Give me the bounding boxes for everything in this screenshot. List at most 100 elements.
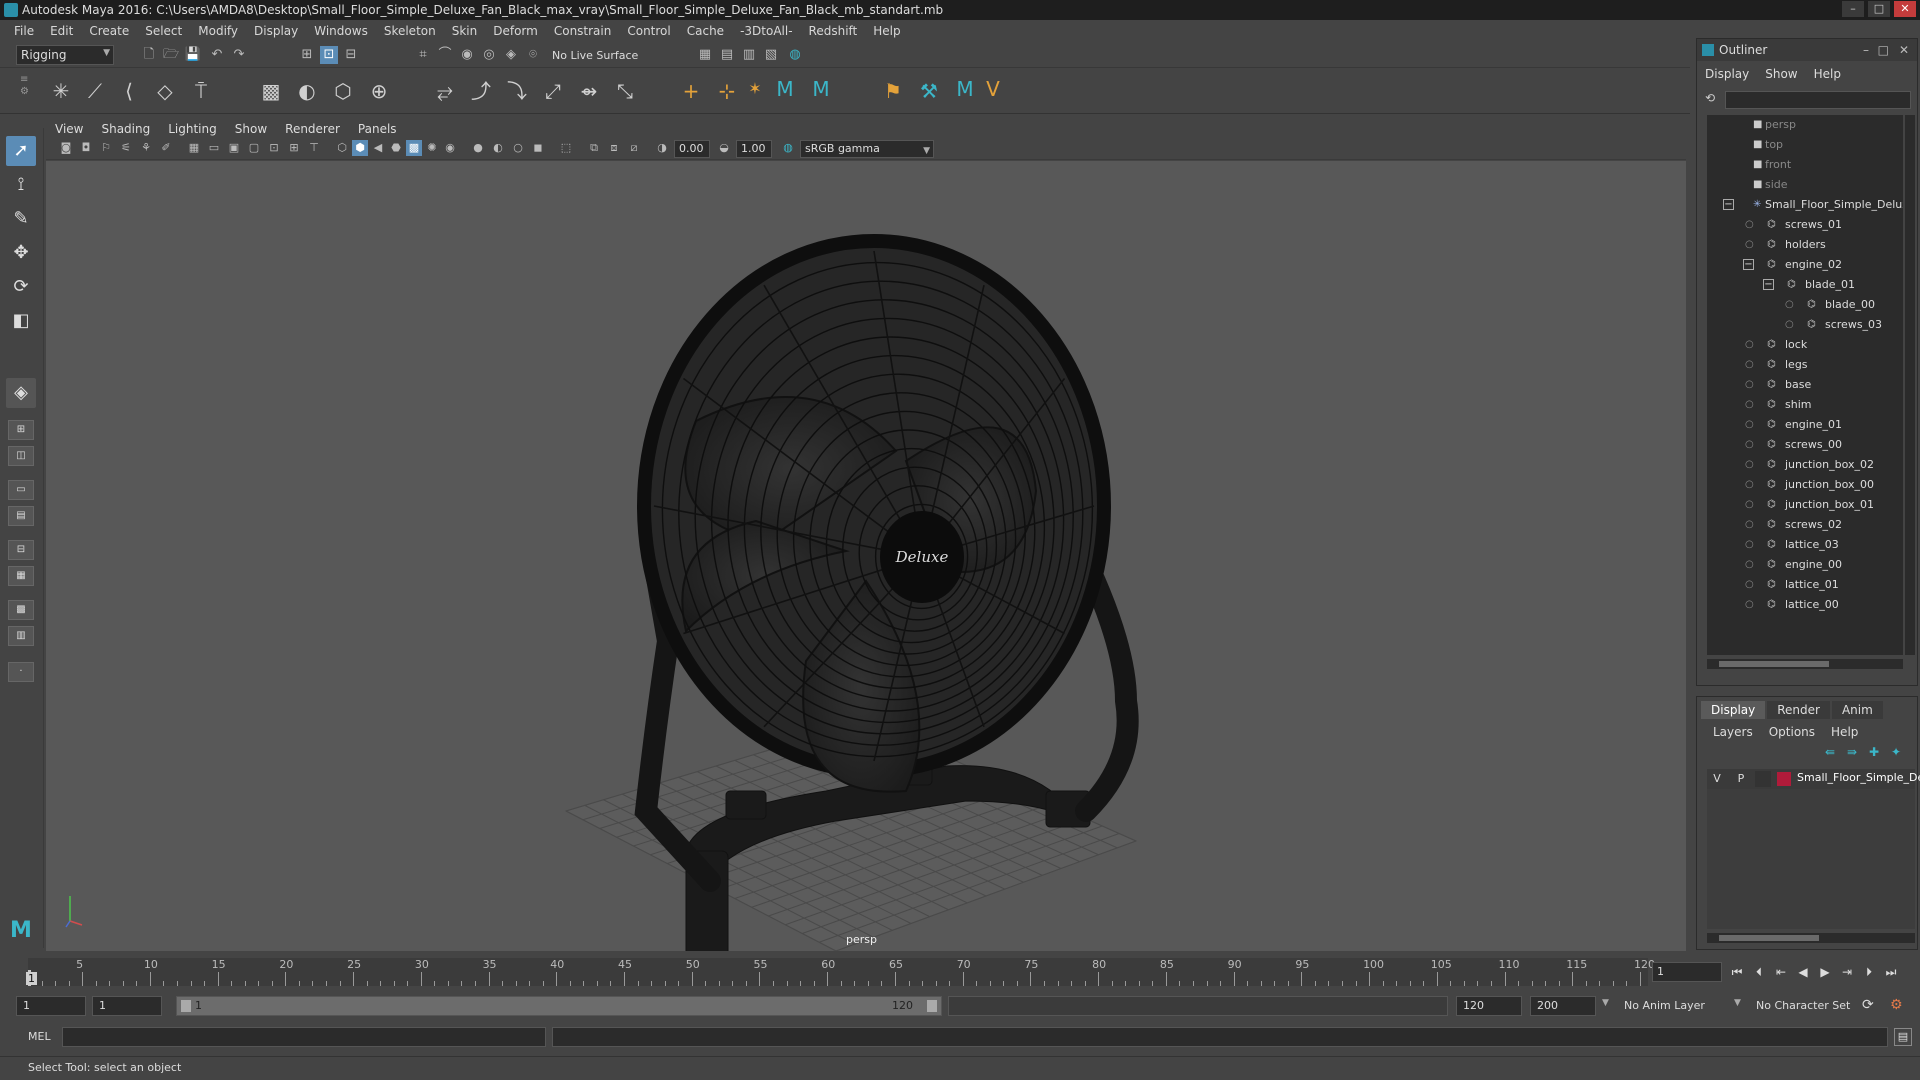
isolate-select-icon[interactable]: ⬚ bbox=[558, 140, 574, 156]
ipr-render-icon[interactable]: ▧ bbox=[762, 46, 780, 64]
bookmark-icon[interactable]: ⚐ bbox=[98, 140, 114, 156]
set-driven-key-icon[interactable]: ⊹ bbox=[712, 76, 742, 106]
outliner-minimize-button[interactable]: – bbox=[1863, 39, 1869, 61]
snap-view-icon[interactable]: ◎ bbox=[480, 46, 498, 64]
layout-three-icon[interactable]: ⊟ bbox=[8, 540, 34, 560]
hide-joints-icon[interactable]: ⚑ bbox=[878, 76, 908, 106]
snap-point-icon[interactable]: ◉ bbox=[458, 46, 476, 64]
outliner-item-base[interactable]: ○ ⌬ base bbox=[1707, 375, 1903, 395]
rotate-tool-icon[interactable]: ⟳ bbox=[6, 272, 36, 302]
range-end-handle[interactable] bbox=[927, 1000, 937, 1012]
menu-skeleton[interactable]: Skeleton bbox=[376, 24, 444, 38]
menu-help[interactable]: Help bbox=[865, 24, 908, 38]
panel-menu-shading[interactable]: Shading bbox=[92, 122, 159, 136]
layout-four-icon[interactable]: ⊞ bbox=[8, 420, 34, 440]
2d-pan-zoom-icon[interactable]: ⚘ bbox=[138, 140, 154, 156]
smooth-shade-icon[interactable]: ⬢ bbox=[352, 140, 368, 156]
layer-name[interactable]: Small_Floor_Simple_De bbox=[1797, 771, 1920, 784]
menu-windows[interactable]: Windows bbox=[306, 24, 376, 38]
menu-create[interactable]: Create bbox=[81, 24, 137, 38]
use-default-material-icon[interactable]: ◀ bbox=[370, 140, 386, 156]
view-transform-dropdown[interactable]: sRGB gamma ▼ bbox=[800, 140, 934, 158]
outliner-refresh-icon[interactable]: ⟲ bbox=[1705, 91, 1721, 107]
camera-select-icon[interactable]: ◙ bbox=[58, 140, 74, 156]
new-empty-layer-icon[interactable]: ✚ bbox=[1869, 745, 1879, 759]
move-tool-icon[interactable]: ✥ bbox=[6, 238, 36, 268]
shadows-icon[interactable]: ◉ bbox=[442, 140, 458, 156]
locator-icon[interactable]: + bbox=[676, 76, 706, 106]
outliner-item-small_floor_simple_delux[interactable]: − ✳ Small_Floor_Simple_Delux bbox=[1707, 195, 1903, 215]
film-gate-icon[interactable]: ▭ bbox=[206, 140, 222, 156]
step-back-key-icon[interactable]: ⇤ bbox=[1772, 962, 1790, 982]
outliner-item-lattice_03[interactable]: ○ ⌬ lattice_03 bbox=[1707, 535, 1903, 555]
outliner-item-holders[interactable]: ○ ⌬ holders bbox=[1707, 235, 1903, 255]
play-forwards-icon[interactable]: ▶ bbox=[1816, 962, 1834, 982]
menu-redshift[interactable]: Redshift bbox=[801, 24, 866, 38]
menu-display[interactable]: Display bbox=[246, 24, 306, 38]
outliner-item-top[interactable]: ■ top bbox=[1707, 135, 1903, 155]
camera-attr-icon[interactable]: ◘ bbox=[78, 140, 94, 156]
ik-spline-icon[interactable]: ⟨ bbox=[114, 76, 144, 106]
outliner-item-screws_01[interactable]: ○ ⌬ screws_01 bbox=[1707, 215, 1903, 235]
collapse-toggle-icon[interactable]: − bbox=[1723, 199, 1734, 210]
layer-menu-layers[interactable]: Layers bbox=[1705, 725, 1761, 739]
playback-start-field[interactable]: 1 bbox=[92, 996, 162, 1016]
go-to-start-icon[interactable]: ⏮ bbox=[1728, 962, 1746, 982]
outliner-item-engine_02[interactable]: − ⌬ engine_02 bbox=[1707, 255, 1903, 275]
time-slider[interactable]: 5 10 15 20 25 30 35 40 45 50 55 60 65 70 75 80 85 90 95 100… bbox=[26, 958, 1655, 986]
ik-handle-icon[interactable]: ⟋ bbox=[80, 76, 110, 106]
outliner-item-lock[interactable]: ○ ⌬ lock bbox=[1707, 335, 1903, 355]
close-button[interactable]: ✕ bbox=[1894, 1, 1916, 17]
gamma-icon[interactable]: ◒ bbox=[716, 140, 732, 156]
outliner-item-lattice_00[interactable]: ○ ⌬ lattice_00 bbox=[1707, 595, 1903, 615]
shelf-menu-icon[interactable]: ≡ ⚙ bbox=[20, 74, 34, 110]
perspective-viewport[interactable]: Deluxe persp bbox=[46, 161, 1686, 951]
menu-3dtoall[interactable]: -3DtoAll- bbox=[732, 24, 800, 38]
lattice-icon[interactable]: ⬡ bbox=[328, 76, 358, 106]
layer-playback-toggle[interactable]: P bbox=[1733, 771, 1749, 787]
orient-joint-icon[interactable]: ⍑ bbox=[186, 76, 216, 106]
color-management-icon[interactable]: ◍ bbox=[780, 140, 796, 156]
range-start-handle[interactable] bbox=[181, 1000, 191, 1012]
layout-more-icon[interactable]: · bbox=[8, 662, 34, 682]
maximize-button[interactable]: □ bbox=[1868, 1, 1890, 17]
new-scene-icon[interactable]: 🗋 bbox=[140, 46, 158, 64]
outliner-maximize-button[interactable]: □ bbox=[1878, 39, 1889, 61]
hypershade-icon[interactable]: ◍ bbox=[786, 46, 804, 64]
menu-modify[interactable]: Modify bbox=[190, 24, 246, 38]
field-chart-icon[interactable]: ⊡ bbox=[266, 140, 282, 156]
step-back-frame-icon[interactable]: ⏴ bbox=[1750, 962, 1768, 982]
outliner-item-blade_00[interactable]: ○ ⌬ blade_00 bbox=[1707, 295, 1903, 315]
menu-file[interactable]: File bbox=[6, 24, 42, 38]
character-set-dropdown[interactable]: No Character Set bbox=[1756, 999, 1850, 1012]
move-layer-up-icon[interactable]: ⇚ bbox=[1825, 745, 1835, 759]
wireframe-icon[interactable]: ⬡ bbox=[334, 140, 350, 156]
parent-constraint-icon[interactable]: ⥂ bbox=[430, 76, 460, 106]
layer-menu-options[interactable]: Options bbox=[1761, 725, 1823, 739]
move-layer-down-icon[interactable]: ⇛ bbox=[1847, 745, 1857, 759]
outliner-item-junction_box_00[interactable]: ○ ⌬ junction_box_00 bbox=[1707, 475, 1903, 495]
open-scene-icon[interactable]: 🗁 bbox=[162, 46, 180, 64]
minimize-button[interactable]: – bbox=[1842, 1, 1864, 17]
animation-end-field[interactable]: 200 bbox=[1530, 996, 1596, 1016]
outliner-h-scrollbar[interactable] bbox=[1707, 659, 1903, 669]
outliner-item-side[interactable]: ■ side bbox=[1707, 175, 1903, 195]
image-plane-icon[interactable]: ⚟ bbox=[118, 140, 134, 156]
layer-menu-help[interactable]: Help bbox=[1823, 725, 1866, 739]
motion-blur-icon[interactable]: ◐ bbox=[490, 140, 506, 156]
outliner-item-engine_00[interactable]: ○ ⌬ engine_00 bbox=[1707, 555, 1903, 575]
panel-menu-view[interactable]: View bbox=[46, 122, 92, 136]
undo-icon[interactable]: ↶ bbox=[208, 46, 226, 64]
bind-skin-icon[interactable]: ▩ bbox=[256, 76, 286, 106]
outliner-item-junction_box_02[interactable]: ○ ⌬ junction_box_02 bbox=[1707, 455, 1903, 475]
point-constraint-icon[interactable]: ⤴ bbox=[466, 76, 496, 106]
maya-tool-b-icon[interactable]: M bbox=[806, 74, 836, 104]
animation-prefs-icon[interactable]: ⚙ bbox=[1890, 997, 1903, 1013]
layer-display-type-toggle[interactable] bbox=[1755, 771, 1771, 787]
outliner-item-blade_01[interactable]: − ⌬ blade_01 bbox=[1707, 275, 1903, 295]
maya-tool-c-icon[interactable]: M bbox=[950, 74, 980, 104]
xray-icon[interactable]: ⧉ bbox=[586, 140, 602, 156]
outliner-v-scrollbar[interactable] bbox=[1905, 115, 1915, 655]
make-live-icon[interactable]: ⌾ bbox=[524, 46, 542, 64]
layout-custom-icon[interactable]: ▥ bbox=[8, 626, 34, 646]
